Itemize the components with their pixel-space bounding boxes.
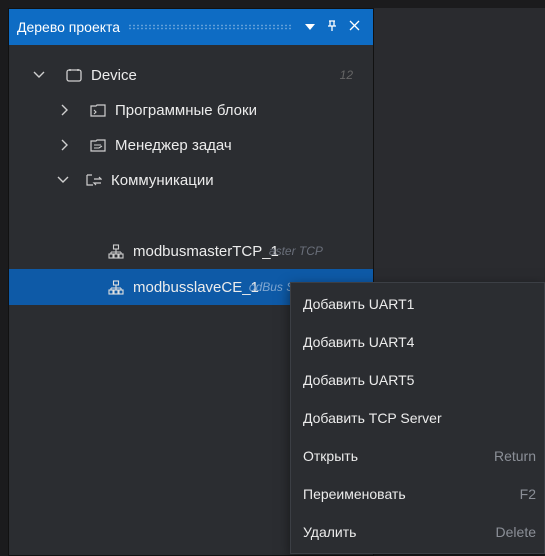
tree-item-communications[interactable]: Коммуникации: [9, 162, 373, 198]
caret-down-icon[interactable]: [299, 20, 321, 34]
pin-icon[interactable]: [321, 19, 343, 35]
tree-item-modbus-master[interactable]: modbusmasterTCP_1 aster TCP: [9, 233, 373, 269]
menu-item-add-uart4[interactable]: Добавить UART4: [291, 323, 544, 361]
tree-item-label: Менеджер задач: [115, 136, 232, 154]
menu-item-shortcut: F2: [519, 486, 536, 502]
network-icon: [107, 278, 125, 296]
device-icon: [65, 66, 83, 84]
menu-item-label: Удалить: [303, 524, 357, 540]
menu-item-add-uart1[interactable]: Добавить UART1: [291, 285, 544, 323]
tree-item-device[interactable]: Device 12: [9, 57, 373, 93]
tree-item-task-manager[interactable]: Менеджер задач: [9, 127, 373, 163]
menu-item-open[interactable]: Открыть Return: [291, 437, 544, 475]
item-type-label: aster TCP: [268, 244, 323, 258]
close-icon[interactable]: [343, 20, 365, 34]
context-menu: Добавить UART1 Добавить UART4 Добавить U…: [290, 282, 545, 554]
tree-item-label: Коммуникации: [111, 171, 214, 189]
network-icon: [107, 242, 125, 260]
menu-item-label: Переименовать: [303, 486, 406, 502]
communications-icon: [85, 171, 103, 189]
tree-item-label: modbusmasterTCP_1: [133, 242, 279, 260]
task-manager-icon: [89, 136, 107, 154]
drag-grip[interactable]: [128, 24, 291, 30]
menu-item-label: Добавить UART4: [303, 334, 415, 350]
menu-item-label: Добавить TCP Server: [303, 410, 442, 426]
menu-item-shortcut: Return: [493, 448, 536, 464]
tree-item-label: modbusslaveCE_1: [133, 278, 259, 296]
tree-item-label: Программные блоки: [115, 101, 257, 119]
program-blocks-icon: [89, 101, 107, 119]
panel-title: Дерево проекта: [17, 19, 121, 35]
menu-item-label: Добавить UART5: [303, 372, 415, 388]
chevron-right-icon[interactable]: [57, 102, 73, 118]
menu-item-label: Открыть: [303, 448, 358, 464]
chevron-right-icon[interactable]: [57, 137, 73, 153]
menu-item-rename[interactable]: Переименовать F2: [291, 475, 544, 513]
menu-item-delete[interactable]: Удалить Delete: [291, 513, 544, 551]
menu-item-add-tcp-server[interactable]: Добавить TCP Server: [291, 399, 544, 437]
item-count: 12: [339, 68, 353, 82]
menu-item-add-uart5[interactable]: Добавить UART5: [291, 361, 544, 399]
panel-titlebar[interactable]: Дерево проекта: [9, 9, 373, 45]
tree-item-label: Device: [91, 66, 137, 84]
menu-item-shortcut: Delete: [495, 524, 536, 540]
tree-item-program-blocks[interactable]: Программные блоки: [9, 92, 373, 128]
chevron-down-icon[interactable]: [31, 67, 47, 83]
menu-item-label: Добавить UART1: [303, 296, 415, 312]
chevron-down-icon[interactable]: [55, 172, 71, 188]
